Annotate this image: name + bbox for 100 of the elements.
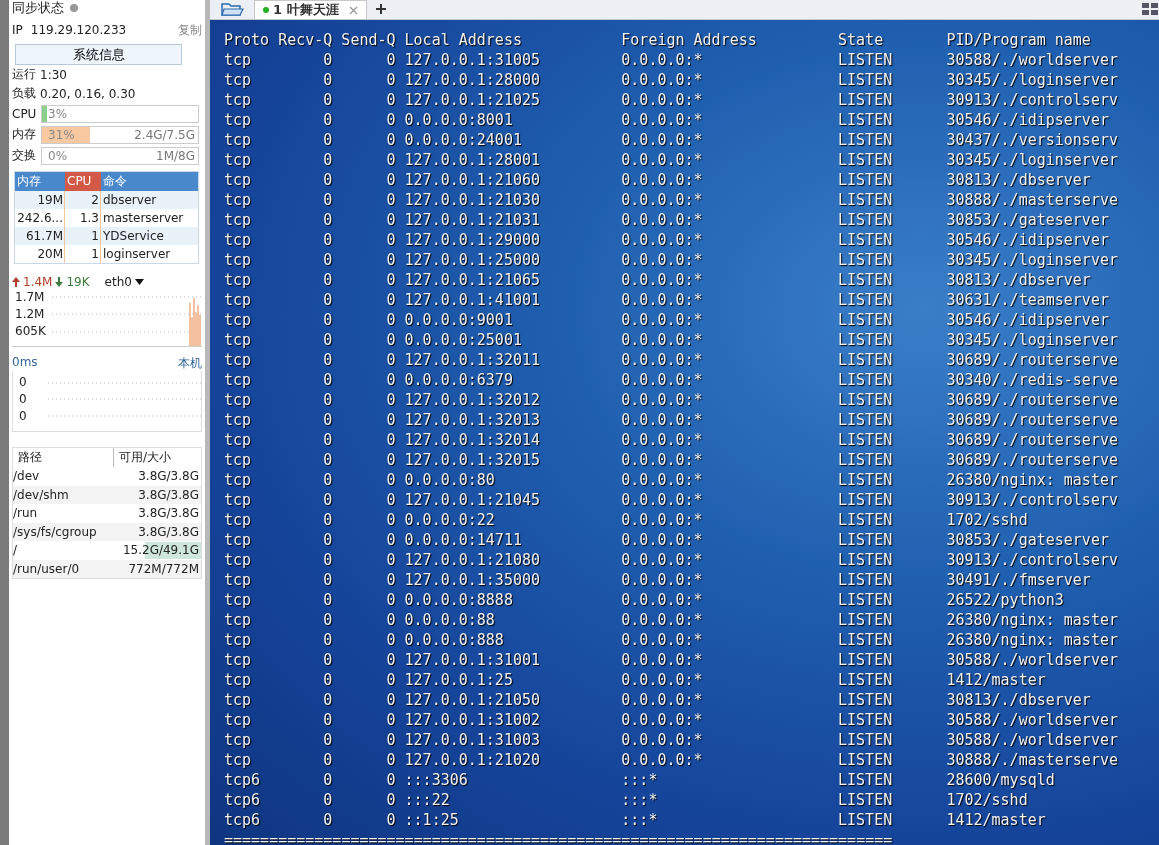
session-tab[interactable]: 1 叶舞天涯 xyxy=(254,0,367,19)
terminal-cell-text: 0 xyxy=(385,350,396,370)
terminal-cell-text: LISTEN xyxy=(838,630,894,650)
terminal-cell-text: 0 xyxy=(322,590,333,610)
terminal-cell-text: tcp xyxy=(224,710,253,730)
terminal-cell-text: 0 xyxy=(322,430,333,450)
terminal-cell-text: 0.0.0.0:* xyxy=(621,530,704,550)
terminal-cell-text: 127.0.0.1:29000 xyxy=(404,230,542,250)
column-header[interactable]: 路径 xyxy=(13,448,113,467)
table-cell: 772M/772M xyxy=(128,561,199,576)
terminal-cell-text: 0 xyxy=(385,750,396,770)
terminal-panel[interactable] xyxy=(210,20,1159,845)
terminal-cell-text: LISTEN xyxy=(838,550,894,570)
caret-icon xyxy=(134,279,144,285)
terminal-cell-text: :::3306 xyxy=(404,770,469,790)
meter-label: CPU xyxy=(12,106,38,121)
meter-label: 内存 xyxy=(12,126,37,143)
column-header[interactable]: 命令 xyxy=(101,172,198,191)
terminal-cell-text: 0.0.0.0:* xyxy=(621,150,704,170)
terminal-cell-text: 127.0.0.1:35000 xyxy=(404,570,542,590)
terminal-cell-text: 0.0.0.0:* xyxy=(621,490,704,510)
terminal-cell-text: LISTEN xyxy=(838,510,894,530)
terminal-cell-text: tcp xyxy=(224,510,253,530)
terminal-cell: 30631/./teamserver xyxy=(946,290,1109,310)
terminal-cell: 30491/./fmserver xyxy=(946,570,1091,590)
terminal-cell-text: tcp xyxy=(224,190,253,210)
terminal-cell-text: 0.0.0.0:* xyxy=(621,570,704,590)
terminal-cell: 26522/python3 xyxy=(946,590,1064,610)
terminal-cell: 26380/nginx: master xyxy=(946,470,1118,490)
terminal-cell-text: 0.0.0.0:25001 xyxy=(404,330,523,350)
terminal-cell-text: tcp xyxy=(224,210,253,230)
terminal-cell-text: 0 xyxy=(385,630,396,650)
terminal-cell-text: 0 xyxy=(322,90,333,110)
terminal-cell-text: 0 xyxy=(322,610,333,630)
terminal-cell-text: LISTEN xyxy=(838,730,894,750)
terminal-cell: 1702/sshd xyxy=(946,790,1028,810)
terminal-cell: 30546/./idipserver xyxy=(946,310,1109,330)
terminal-cell-text: 0 xyxy=(322,190,333,210)
terminal-cell-text: 127.0.0.1:21025 xyxy=(404,90,542,110)
terminal-cell: 30853/./gateserver xyxy=(946,210,1109,230)
column-header[interactable]: CPU xyxy=(65,172,101,191)
terminal-cell: 30345/./loginserver xyxy=(946,250,1118,270)
grid-icon[interactable] xyxy=(1141,2,1159,16)
download-rate: 19K xyxy=(66,275,90,289)
terminal-cell-text: LISTEN xyxy=(838,430,894,450)
copy-link[interactable]: 复制 xyxy=(178,21,202,39)
terminal-cell-text: tcp xyxy=(224,370,253,390)
terminal-cell-text: 0 xyxy=(322,630,333,650)
terminal-cell-text: LISTEN xyxy=(838,770,894,790)
terminal-cell-text: 0 xyxy=(322,50,333,70)
terminal-cell-text: 0 xyxy=(322,410,333,430)
terminal-cell-text: 0 xyxy=(385,50,396,70)
terminal-cell-text: tcp xyxy=(224,530,253,550)
column-header[interactable]: 可用/大小 xyxy=(113,448,201,467)
axis-label: 1.2M xyxy=(15,307,46,322)
terminal-cell: 30588/./worldserver xyxy=(946,650,1118,670)
table-cell-text: dbserver xyxy=(102,192,158,209)
ping-target: 本机 xyxy=(178,355,202,371)
column-header: Local Address xyxy=(404,30,523,50)
terminal-cell-text: 0 xyxy=(385,210,396,230)
terminal-cell-text: 0.0.0.0:888 xyxy=(404,630,505,650)
sync-status-label: 同步状态 xyxy=(12,0,64,17)
terminal-cell-text: tcp xyxy=(224,130,253,150)
terminal-cell-text: 127.0.0.1:31003 xyxy=(404,730,542,750)
terminal-cell-text: LISTEN xyxy=(838,250,894,270)
terminal-cell-text: tcp xyxy=(224,730,253,750)
terminal-cell-text: LISTEN xyxy=(838,650,894,670)
up-arrow-icon xyxy=(12,277,20,287)
close-icon[interactable] xyxy=(348,5,358,15)
terminal-cell: 30345/./loginserver xyxy=(946,330,1118,350)
terminal-cell-text: LISTEN xyxy=(838,450,894,470)
terminal-cell-text: 0 xyxy=(385,430,396,450)
terminal-cell-text: tcp xyxy=(224,230,253,250)
terminal-cell: 30913/./controlserv xyxy=(946,90,1118,110)
terminal-cell-text: LISTEN xyxy=(838,610,894,630)
terminal-cell-text: 127.0.0.1:31001 xyxy=(404,650,542,670)
interface-dropdown[interactable]: eth0 xyxy=(104,275,144,289)
terminal-cell-text: LISTEN xyxy=(838,790,894,810)
folder-icon[interactable] xyxy=(220,1,244,17)
terminal-cell-text: LISTEN xyxy=(838,310,894,330)
axis-label: 605K xyxy=(15,324,46,339)
terminal-cell: 30340/./redis-serve xyxy=(946,370,1118,390)
meter-total: 1M/8G xyxy=(156,147,195,164)
table-cell: 3.8G/3.8G xyxy=(138,487,199,502)
terminal-cell-text: 0 xyxy=(385,390,396,410)
terminal-cell-text: 0 xyxy=(322,310,333,330)
system-info-button[interactable]: 系统信息 xyxy=(15,44,182,65)
plus-icon[interactable] xyxy=(374,3,387,15)
terminal-cell: 30546/./idipserver xyxy=(946,110,1109,130)
latency-label: 0ms xyxy=(12,355,38,371)
terminal-cell-text: 0 xyxy=(322,330,333,350)
terminal-cell-text: tcp xyxy=(224,250,253,270)
terminal-cell: 26380/nginx: master xyxy=(946,610,1118,630)
column-header[interactable]: 内存 xyxy=(15,172,65,191)
terminal-cell-text: 0.0.0.0:80 xyxy=(404,470,496,490)
terminal-cell-text: 127.0.0.1:21080 xyxy=(404,550,542,570)
terminal-cell-text: 0 xyxy=(385,730,396,750)
terminal-cell-text: 0 xyxy=(385,710,396,730)
terminal-cell-text: 127.0.0.1:41001 xyxy=(404,290,542,310)
terminal-cell: 30913/./controlserv xyxy=(946,490,1118,510)
